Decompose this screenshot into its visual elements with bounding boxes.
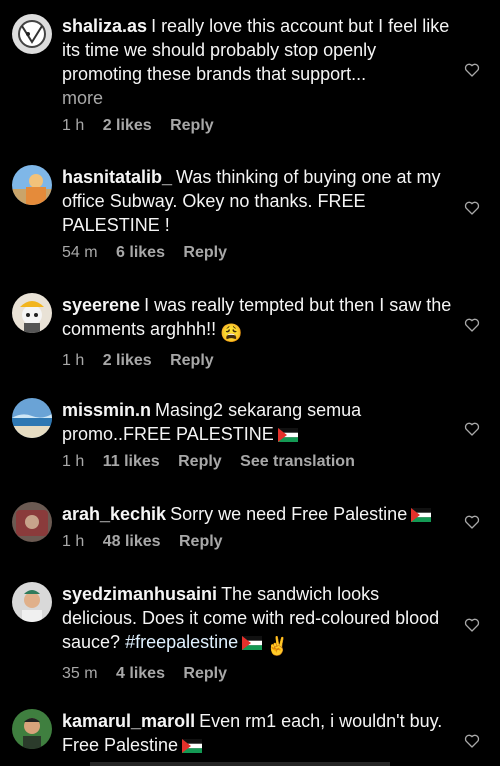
- like-heart-icon[interactable]: [464, 617, 480, 633]
- avatar[interactable]: [12, 582, 52, 622]
- comment-time: 54 m: [62, 244, 98, 261]
- comment-username[interactable]: missmin.n: [62, 400, 151, 420]
- avatar[interactable]: [12, 502, 52, 542]
- comment-username[interactable]: hasnitatalib_: [62, 167, 172, 187]
- reply-button[interactable]: Reply: [183, 243, 227, 263]
- like-heart-icon[interactable]: [464, 733, 480, 749]
- comment-likes[interactable]: 6 likes: [116, 243, 165, 263]
- victory-hand-emoji: ✌: [266, 636, 289, 656]
- like-heart-icon[interactable]: [464, 421, 480, 437]
- comment-likes[interactable]: 2 likes: [103, 116, 152, 136]
- reply-button[interactable]: Reply: [170, 116, 214, 136]
- avatar[interactable]: [12, 293, 52, 333]
- comment-username[interactable]: shaliza.as: [62, 16, 147, 36]
- reply-button[interactable]: Reply: [178, 452, 222, 472]
- like-heart-icon[interactable]: [464, 514, 480, 530]
- palestine-flag-icon: [242, 636, 263, 650]
- more-link[interactable]: more: [62, 86, 452, 110]
- avatar[interactable]: [12, 709, 52, 749]
- like-heart-icon[interactable]: [464, 62, 480, 78]
- avatar[interactable]: [12, 165, 52, 205]
- like-heart-icon[interactable]: [464, 317, 480, 333]
- comment-time: 35 m: [62, 665, 98, 682]
- like-heart-icon[interactable]: [464, 200, 480, 216]
- comment-time: 1 h: [62, 352, 85, 369]
- reply-button[interactable]: Reply: [179, 532, 223, 552]
- comment-likes[interactable]: 2 likes: [103, 351, 152, 371]
- comment-text: Sorry we need Free Palestine: [170, 504, 408, 524]
- comment-username[interactable]: syeerene: [62, 295, 140, 315]
- palestine-flag-icon: [277, 428, 298, 442]
- hashtag-link[interactable]: #freepalestine: [125, 632, 238, 652]
- palestine-flag-icon: [411, 508, 432, 522]
- comment-time: 1 h: [62, 117, 85, 134]
- reply-button[interactable]: Reply: [183, 664, 227, 684]
- comment-time: 1 h: [62, 533, 85, 550]
- comment-username[interactable]: kamarul_maroll: [62, 711, 195, 731]
- palestine-flag-icon: [182, 739, 203, 753]
- avatar[interactable]: [12, 14, 52, 54]
- weary-face-emoji: 😩: [220, 323, 243, 343]
- comment-username[interactable]: arah_kechik: [62, 504, 166, 524]
- comment-time: 1 h: [62, 453, 85, 470]
- comment-likes[interactable]: 11 likes: [103, 452, 160, 472]
- comment-likes[interactable]: 48 likes: [103, 532, 161, 552]
- cut-off-meta-row: [90, 762, 390, 766]
- reply-button[interactable]: Reply: [170, 351, 214, 371]
- comment-likes[interactable]: 4 likes: [116, 664, 165, 684]
- see-translation-link[interactable]: See translation: [240, 452, 355, 472]
- comment-username[interactable]: syedzimanhusaini: [62, 584, 217, 604]
- avatar[interactable]: [12, 398, 52, 438]
